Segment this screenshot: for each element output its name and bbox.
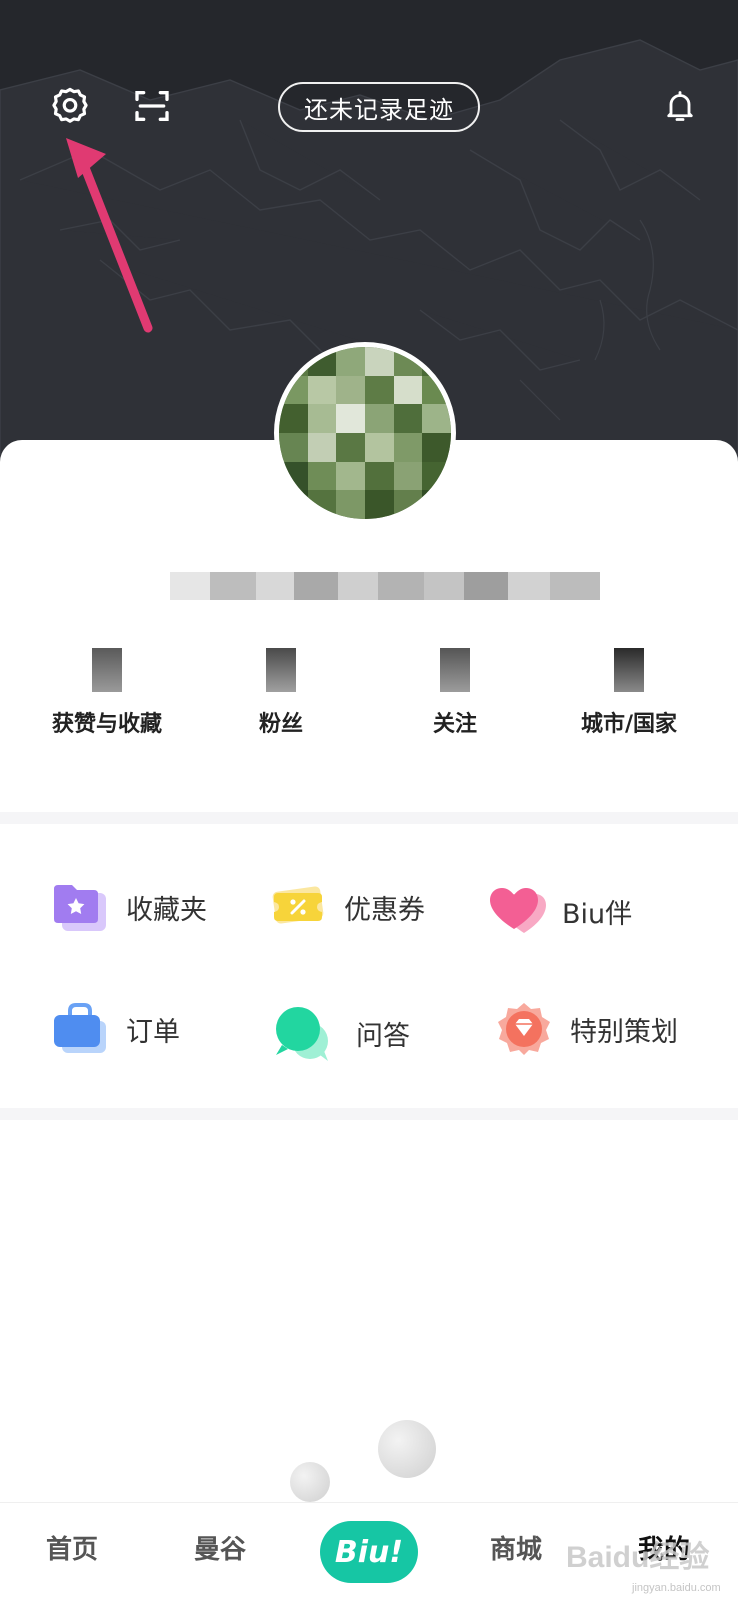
stat-following[interactable]: 关注 <box>363 648 547 738</box>
shortcut-label: 问答 <box>356 1020 410 1052</box>
pointer-arrow-icon <box>66 138 153 333</box>
avatar-image <box>279 347 451 519</box>
nav-biu-button[interactable]: Biu! <box>320 1521 418 1583</box>
bell-icon <box>667 91 693 121</box>
stat-value-pixelated <box>440 648 470 692</box>
coupon-icon <box>270 879 326 935</box>
stat-cities-countries[interactable]: 城市/国家 <box>537 648 721 738</box>
section-divider <box>0 812 738 824</box>
nav-home[interactable]: 首页 <box>46 1529 98 1566</box>
shortcut-label: 特别策划 <box>570 1016 678 1048</box>
shortcut-biu-partner[interactable]: Biu伴 <box>488 876 632 946</box>
shortcut-label: 优惠券 <box>344 894 425 926</box>
stat-likes-collections[interactable]: 获赞与收藏 <box>15 648 199 738</box>
shortcut-coupons[interactable]: 优惠券 <box>270 872 425 942</box>
shortcut-orders[interactable]: 订单 <box>52 994 180 1064</box>
shortcut-label: Biu伴 <box>562 898 633 930</box>
shortcut-qa[interactable]: 问答 <box>274 998 410 1068</box>
stat-fans[interactable]: 粉丝 <box>189 648 373 738</box>
shortcut-favorites[interactable]: 收藏夹 <box>52 872 207 942</box>
username-pixelated <box>170 566 600 606</box>
decorative-bubble <box>290 1462 330 1502</box>
stat-value-pixelated <box>266 648 296 692</box>
shortcut-label: 收藏夹 <box>126 894 207 926</box>
watermark-url: jingyan.baidu.com <box>632 1582 721 1594</box>
bag-icon <box>52 1001 108 1057</box>
shortcut-special-feature[interactable]: 特别策划 <box>496 994 678 1064</box>
notification-button[interactable] <box>656 82 704 130</box>
folder-star-icon <box>52 879 108 935</box>
shortcut-label: 订单 <box>126 1016 180 1048</box>
nav-mall[interactable]: 商城 <box>490 1529 542 1566</box>
stat-value-pixelated <box>92 648 122 692</box>
section-divider <box>0 1108 738 1120</box>
decorative-bubble <box>378 1420 436 1478</box>
stat-label: 城市/国家 <box>580 712 678 737</box>
stat-label: 获赞与收藏 <box>51 712 162 737</box>
nav-bangkok[interactable]: 曼谷 <box>194 1529 246 1566</box>
chat-bubble-icon <box>274 1005 330 1061</box>
stat-label: 关注 <box>432 712 477 737</box>
footprint-status-button[interactable]: 还未记录足迹 <box>278 82 480 132</box>
watermark: Baidu经验 <box>566 1541 710 1574</box>
heart-icon <box>488 883 546 939</box>
stat-value-pixelated <box>614 648 644 692</box>
profile-stats: 获赞与收藏 粉丝 关注 城市/国家 <box>0 648 738 758</box>
diamond-badge-icon <box>496 1001 552 1057</box>
stat-label: 粉丝 <box>258 712 303 737</box>
avatar[interactable] <box>274 342 456 524</box>
